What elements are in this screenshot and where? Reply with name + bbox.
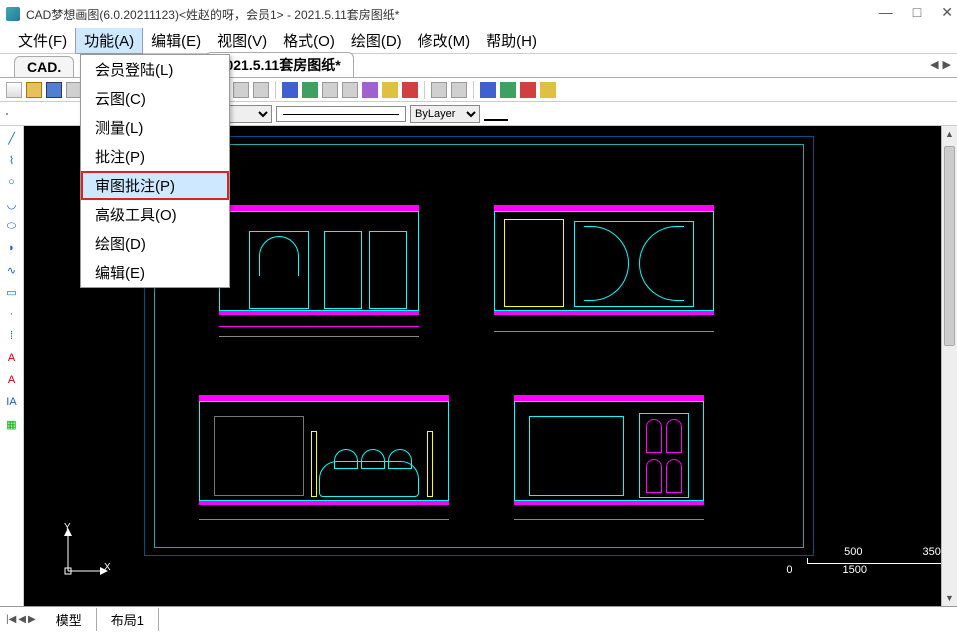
dd-review-annotation[interactable]: 审图批注(P) (81, 171, 229, 200)
window-titlebar: CAD梦想画图(6.0.20211123)<姓赵的呀，会员1> - 2021.5… (0, 0, 957, 28)
ucs-icon: Y X (58, 526, 108, 576)
dd-annotation[interactable]: 批注(P) (81, 142, 229, 171)
tool-rectangle[interactable]: ▭ (4, 284, 20, 300)
layout-tab-model[interactable]: 模型 (42, 608, 97, 631)
print-icon[interactable] (431, 82, 447, 98)
tab-scroll-left-icon[interactable]: ◀ (930, 58, 938, 71)
block-icon[interactable] (362, 82, 378, 98)
tool-circle[interactable]: ○ (4, 174, 20, 190)
menu-edit[interactable]: 编辑(E) (143, 28, 209, 53)
save-icon[interactable] (46, 82, 62, 98)
tool-ellipse-arc[interactable]: ◗ (4, 240, 20, 256)
menubar: 文件(F) 功能(A) 编辑(E) 视图(V) 格式(O) 绘图(D) 修改(M… (0, 28, 957, 54)
scroll-thumb-v[interactable] (944, 146, 955, 346)
export-icon[interactable] (451, 82, 467, 98)
tool-arc[interactable]: ◡ (4, 196, 20, 212)
layout-nav-first-icon[interactable]: |◀ (6, 614, 16, 625)
layer-icon[interactable] (282, 82, 298, 98)
menu-modify[interactable]: 修改(M) (410, 28, 479, 53)
separator (275, 81, 276, 99)
window-close-button[interactable]: ✕ (941, 4, 953, 21)
tool-pointset[interactable]: ⁞ (4, 328, 20, 344)
menu-file[interactable]: 文件(F) (10, 28, 75, 53)
layout-nav-next-icon[interactable]: ▶ (28, 614, 36, 625)
layout-nav-prev-icon[interactable]: ◀ (18, 614, 26, 625)
vertical-scrollbar[interactable]: ▲ ▼ (941, 126, 957, 606)
dd-draw[interactable]: 绘图(D) (81, 229, 229, 258)
scale-ruler: 500 3500 0 1500 (786, 546, 947, 576)
about-icon[interactable] (540, 82, 556, 98)
tab-scroll-right-icon[interactable]: ▶ (943, 58, 951, 71)
tool-polyline[interactable]: ⌇ (4, 152, 20, 168)
tool-line[interactable]: ╱ (4, 130, 20, 146)
text-icon[interactable] (342, 82, 358, 98)
linetype-preview (276, 106, 406, 122)
tool-text[interactable]: A (4, 350, 20, 366)
menu-draw[interactable]: 绘图(D) (343, 28, 410, 53)
new-icon[interactable] (6, 82, 22, 98)
tool-point[interactable]: · (4, 306, 20, 322)
scroll-up-icon[interactable]: ▲ (942, 126, 957, 142)
open-icon[interactable] (26, 82, 42, 98)
elevation-view-4 (494, 371, 724, 526)
dd-edit[interactable]: 编辑(E) (81, 258, 229, 287)
help-icon[interactable] (520, 82, 536, 98)
dd-measure[interactable]: 测量(L) (81, 113, 229, 142)
functions-dropdown: 会员登陆(L) 云图(C) 测量(L) 批注(P) 审图批注(P) 高级工具(O… (80, 54, 230, 288)
dd-cloud[interactable]: 云图(C) (81, 84, 229, 113)
tool-ellipse[interactable]: ⬭ (4, 218, 20, 234)
menu-format[interactable]: 格式(O) (275, 28, 343, 53)
tool-spline[interactable]: ∿ (4, 262, 20, 278)
menu-help[interactable]: 帮助(H) (478, 28, 545, 53)
doc-tab-0[interactable]: CAD. (14, 56, 74, 77)
ruler-mark-1500: 1500 (843, 564, 867, 576)
app-icon (6, 7, 20, 21)
menu-functions[interactable]: 功能(A) (75, 27, 143, 54)
hatch-icon[interactable] (382, 82, 398, 98)
annotation-icon[interactable] (402, 82, 418, 98)
dimension-icon[interactable] (322, 82, 338, 98)
cloud-icon[interactable] (480, 82, 496, 98)
settings-icon[interactable] (500, 82, 516, 98)
elevation-view-2 (474, 181, 734, 331)
window-title: CAD梦想画图(6.0.20211123)<姓赵的呀，会员1> - 2021.5… (26, 6, 399, 23)
tool-attribute[interactable]: IA (4, 394, 20, 410)
scroll-down-icon[interactable]: ▼ (942, 590, 957, 606)
dd-member-login[interactable]: 会员登陆(L) (81, 55, 229, 84)
window-minimize-button[interactable]: — (879, 4, 893, 21)
color-picker-icon[interactable] (6, 113, 8, 115)
elevation-view-3 (179, 371, 469, 526)
separator (473, 81, 474, 99)
lineweight-icon[interactable] (484, 107, 508, 121)
tool-block[interactable]: ▦ (4, 416, 20, 432)
layout-tab-layout1[interactable]: 布局1 (97, 608, 159, 631)
tool-mtext[interactable]: A (4, 372, 20, 388)
separator (424, 81, 425, 99)
ucs-y-label: Y (64, 522, 71, 533)
dd-advanced-tools[interactable]: 高级工具(O) (81, 200, 229, 229)
zoom-window-icon[interactable] (233, 82, 249, 98)
ruler-mark-0: 0 (786, 564, 792, 576)
draw-toolbar: ╱ ⌇ ○ ◡ ⬭ ◗ ∿ ▭ · ⁞ A A IA ▦ (0, 126, 24, 606)
ucs-x-label: X (104, 562, 111, 573)
layout-tabbar: |◀ ◀ ▶ 模型 布局1 (0, 606, 957, 632)
measure-icon[interactable] (302, 82, 318, 98)
ruler-mark-500: 500 (844, 546, 862, 558)
linetype-combo[interactable]: ByLayer (410, 105, 480, 123)
pan-icon[interactable] (253, 82, 269, 98)
menu-view[interactable]: 视图(V) (209, 28, 275, 53)
window-maximize-button[interactable]: □ (913, 4, 921, 21)
